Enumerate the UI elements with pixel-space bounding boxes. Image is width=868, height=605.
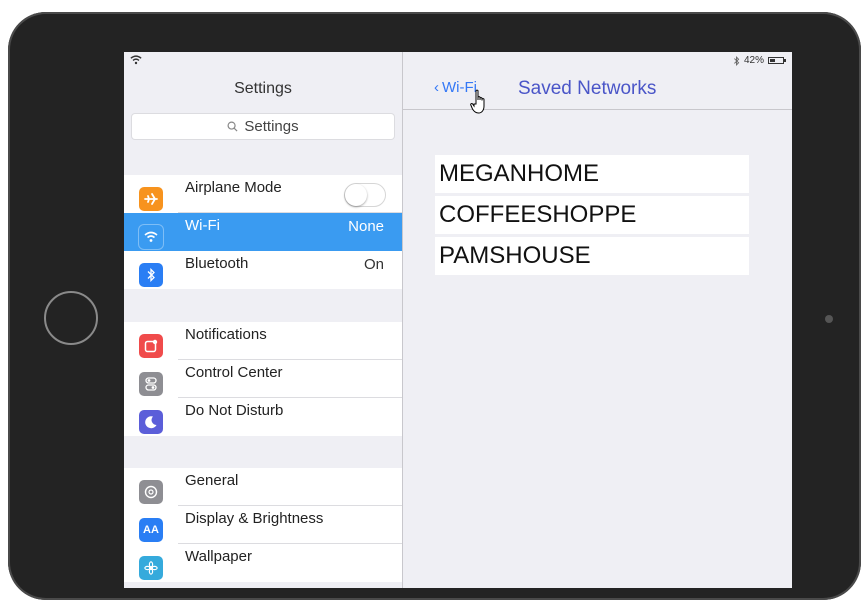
sidebar-item-control-center[interactable]: Control Center: [124, 360, 402, 398]
bluetooth-status-value: On: [363, 256, 384, 273]
sidebar-item-label: Do Not Disturb: [185, 402, 284, 419]
sidebar-item-wallpaper[interactable]: Wallpaper: [124, 544, 402, 582]
sidebar-item-label: Airplane Mode: [185, 179, 282, 196]
moon-icon: [139, 410, 163, 434]
sidebar-item-label: General: [185, 472, 239, 489]
sidebar-item-label: Bluetooth: [185, 255, 249, 272]
airplane-mode-toggle[interactable]: [344, 183, 386, 207]
gear-icon: [139, 480, 163, 504]
wifi-signal-icon: [130, 55, 142, 65]
saved-networks-pane: ‹ Wi-Fi Saved Networks MEGANHOME COFFEES…: [403, 52, 792, 588]
bluetooth-status-icon: [734, 55, 740, 66]
network-item[interactable]: COFFEESHOPPE: [435, 196, 749, 234]
sidebar-item-label: Wi-Fi: [185, 217, 220, 234]
sidebar-item-do-not-disturb[interactable]: Do Not Disturb: [124, 398, 402, 436]
search-placeholder: Settings: [244, 118, 299, 135]
control-center-icon: [139, 372, 163, 396]
sidebar-item-bluetooth[interactable]: Bluetooth On: [124, 251, 402, 289]
sidebar-item-label: Control Center: [185, 364, 283, 381]
sidebar-item-label: Notifications: [185, 326, 267, 343]
sidebar-item-notifications[interactable]: Notifications: [124, 322, 402, 360]
battery-icon: [768, 57, 786, 64]
search-icon: [227, 121, 238, 132]
camera-icon: [825, 315, 833, 323]
home-button[interactable]: [44, 291, 98, 345]
airplane-icon: [139, 187, 163, 211]
network-item[interactable]: PAMSHOUSE: [435, 237, 749, 275]
ipad-frame: Settings Settings Airplane Mode Wi-Fi No…: [8, 12, 861, 600]
sidebar-item-general[interactable]: General: [124, 468, 402, 506]
sidebar-item-wifi[interactable]: Wi-Fi None: [124, 213, 402, 251]
status-bar: 42%: [124, 52, 792, 70]
wifi-icon: [139, 225, 163, 249]
bluetooth-icon: [139, 263, 163, 287]
battery-percentage: 42%: [743, 55, 764, 66]
page-title: Saved Networks: [518, 78, 657, 99]
sidebar-item-display-brightness[interactable]: AA Display & Brightness: [124, 506, 402, 544]
wallpaper-icon: [139, 556, 163, 580]
chevron-left-icon: ‹: [434, 79, 439, 96]
settings-group-notifications: Notifications Control Center Do Not Dist…: [124, 322, 402, 436]
settings-title: Settings: [234, 80, 292, 97]
sidebar-item-label: Display & Brightness: [185, 510, 324, 527]
sidebar-item-label: Wallpaper: [185, 548, 252, 565]
wifi-status-value: None: [348, 218, 384, 235]
search-field[interactable]: Settings: [132, 114, 394, 139]
sidebar-item-airplane-mode[interactable]: Airplane Mode: [124, 175, 402, 213]
settings-sidebar: Settings Settings Airplane Mode Wi-Fi No…: [124, 52, 403, 588]
hand-cursor-icon: [470, 89, 485, 114]
screen: Settings Settings Airplane Mode Wi-Fi No…: [124, 52, 792, 588]
notifications-icon: [139, 334, 163, 358]
saved-networks-list: MEGANHOME COFFEESHOPPE PAMSHOUSE: [435, 155, 749, 278]
settings-group-connectivity: Airplane Mode Wi-Fi None Bluetooth On: [124, 175, 402, 289]
display-icon: AA: [139, 518, 163, 542]
network-item[interactable]: MEGANHOME: [435, 155, 749, 193]
settings-group-general: General AA Display & Brightness Wallpape…: [124, 468, 402, 582]
